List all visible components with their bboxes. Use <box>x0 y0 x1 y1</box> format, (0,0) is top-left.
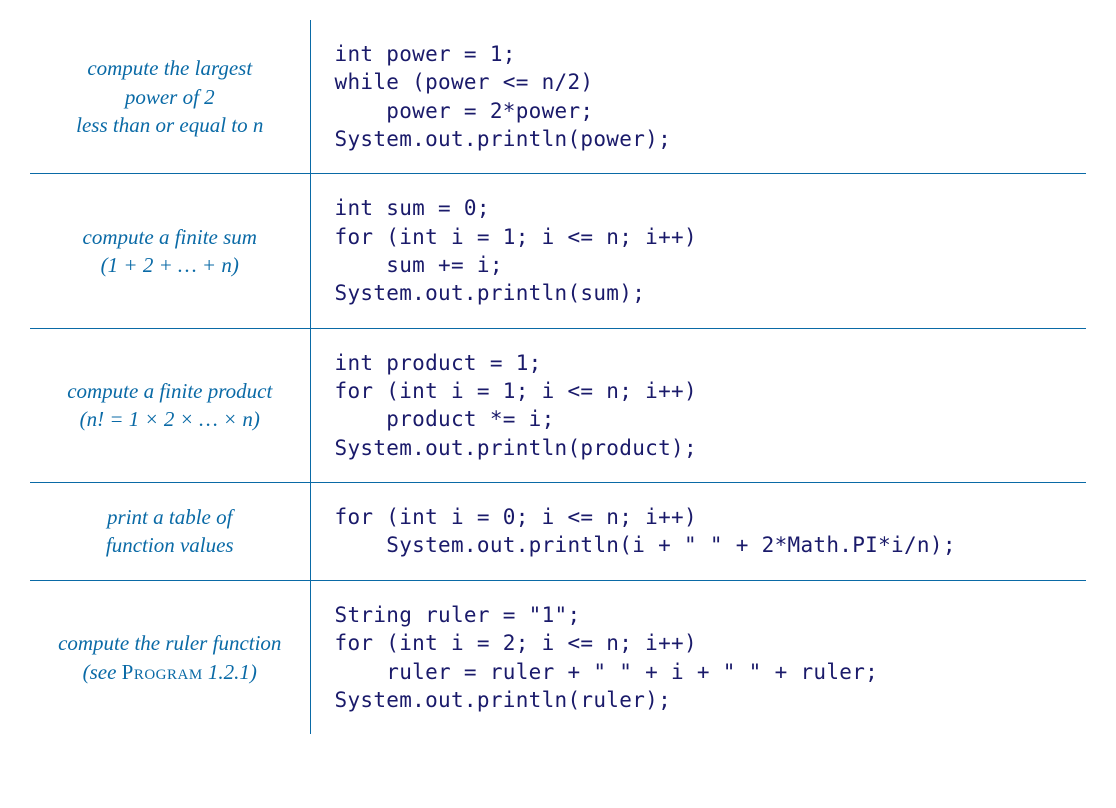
description-cell: print a table of function values <box>30 483 310 581</box>
program-ref: Program <box>122 660 203 684</box>
table-row: compute a finite sum (1 + 2 + … + n) int… <box>30 174 1086 328</box>
code-cell: int product = 1; for (int i = 1; i <= n;… <box>310 328 1086 482</box>
table-row: compute the largest power of 2 less than… <box>30 20 1086 174</box>
desc-line: power of 2 <box>44 83 296 111</box>
desc-line: compute a finite sum <box>44 223 296 251</box>
desc-suffix: 1.2.1) <box>203 660 257 684</box>
desc-line: compute the largest <box>44 54 296 82</box>
code-cell: String ruler = "1"; for (int i = 2; i <=… <box>310 580 1086 734</box>
code-cell: for (int i = 0; i <= n; i++) System.out.… <box>310 483 1086 581</box>
desc-line: (1 + 2 + … + n) <box>44 251 296 279</box>
table-row: compute a finite product (n! = 1 × 2 × …… <box>30 328 1086 482</box>
table-row: compute the ruler function (see Program … <box>30 580 1086 734</box>
desc-line: (see Program 1.2.1) <box>44 658 296 686</box>
code-examples-table: compute the largest power of 2 less than… <box>30 20 1086 734</box>
desc-prefix: (see <box>83 660 122 684</box>
desc-line: function values <box>44 531 296 559</box>
description-cell: compute a finite product (n! = 1 × 2 × …… <box>30 328 310 482</box>
code-cell: int sum = 0; for (int i = 1; i <= n; i++… <box>310 174 1086 328</box>
description-cell: compute the ruler function (see Program … <box>30 580 310 734</box>
desc-line: print a table of <box>44 503 296 531</box>
desc-line: compute the ruler function <box>44 629 296 657</box>
description-cell: compute a finite sum (1 + 2 + … + n) <box>30 174 310 328</box>
desc-line: (n! = 1 × 2 × … × n) <box>44 405 296 433</box>
desc-line: less than or equal to n <box>44 111 296 139</box>
description-cell: compute the largest power of 2 less than… <box>30 20 310 174</box>
desc-line: compute a finite product <box>44 377 296 405</box>
table-row: print a table of function values for (in… <box>30 483 1086 581</box>
code-cell: int power = 1; while (power <= n/2) powe… <box>310 20 1086 174</box>
